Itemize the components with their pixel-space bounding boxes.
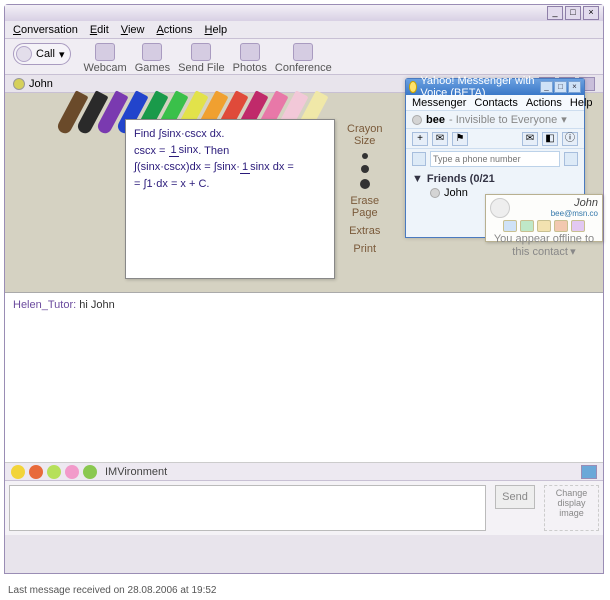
chat-message: Helen_Tutor: hi John [13,299,595,311]
menu-bar: Conversation Edit View Actions Help [5,21,603,39]
popup-im-icon[interactable] [503,220,517,232]
photos-icon [240,43,260,61]
imvironment-button[interactable]: IMVironment [105,466,167,478]
font-icon[interactable] [83,465,97,479]
emoticon-bar: IMVironment [5,463,603,481]
titlebar: _ □ × [5,5,603,21]
crayon-row [65,91,335,115]
extras-tool[interactable]: Extras [349,225,380,237]
sms-button[interactable]: ✉ [432,132,448,146]
ym-minimize[interactable]: _ [540,81,553,93]
avatar [490,198,510,218]
ym-title: Yahoo! Messenger with Voice (BETA) [420,75,537,99]
change-display-image[interactable]: Change display image [544,485,599,531]
print-tool[interactable]: Print [353,243,376,255]
ym-status-row[interactable]: bee- Invisible to Everyone▾ [406,111,584,129]
popup-mail-icon[interactable] [554,220,568,232]
status-bar: Last message received on 28.08.2006 at 1… [4,584,604,600]
smiley-icon[interactable] [11,465,25,479]
contact-status-icon [430,188,440,198]
popup-sms-icon[interactable] [537,220,551,232]
ym-menu-actions[interactable]: Actions [526,97,562,109]
presence-icon [412,115,422,125]
ym-menu-messenger[interactable]: Messenger [412,97,466,109]
menu-conversation[interactable]: Conversation [13,24,78,36]
status-icon [13,78,25,90]
games-icon [142,43,162,61]
info-button[interactable]: ⓘ [562,132,578,146]
call-button[interactable]: Call▾ [13,43,71,65]
maximize-button[interactable]: □ [565,6,581,20]
size-large[interactable] [360,179,370,189]
input-row: Send Change display image [5,481,603,535]
size-med[interactable] [361,165,369,173]
send-button[interactable]: Send [495,485,535,509]
close-button[interactable]: × [583,6,599,20]
ym-action-row: + ✉ ⚑ ✉ ◧ ⓘ [406,129,584,149]
menu-help[interactable]: Help [205,24,228,36]
wink-icon[interactable] [29,465,43,479]
menu-edit[interactable]: Edit [90,24,109,36]
games-button[interactable]: Games [135,43,170,74]
crayon-tool[interactable]: CrayonSize [347,123,382,147]
popup-footer[interactable]: You appear offline to this contact ▾ [490,233,598,258]
webcam-button[interactable]: Webcam [83,43,126,74]
dial-icon[interactable] [412,152,426,166]
whiteboard-canvas[interactable]: Find ∫sinx·cscx dx. cscx = 1sinx. Then ∫… [125,119,335,279]
popup-call-icon[interactable] [520,220,534,232]
webcam-icon [95,43,115,61]
whiteboard-tools: CrayonSize ErasePage Extras Print [347,123,382,286]
phone-icon [16,46,32,62]
menu-actions[interactable]: Actions [156,24,192,36]
ym-menu-contacts[interactable]: Contacts [474,97,517,109]
ym-maximize[interactable]: □ [554,81,567,93]
conference-icon [293,43,313,61]
audibles-icon[interactable] [65,465,79,479]
mail-button[interactable]: ✉ [522,132,538,146]
file-icon [191,43,211,61]
ym-close[interactable]: × [568,81,581,93]
size-small[interactable] [362,153,368,159]
sendfile-button[interactable]: Send File [178,43,224,74]
menu-view[interactable]: View [121,24,145,36]
addcontact-icon[interactable] [581,465,597,479]
chat-log: Helen_Tutor: hi John [5,293,603,463]
contact-popup: John bee@msn.co You appear offline to th… [485,194,603,242]
ym-menubar: Messenger Contacts Actions Help [406,95,584,111]
yahoo-icon [409,81,417,93]
minimize-button[interactable]: _ [547,6,563,20]
alert-button[interactable]: ⚑ [452,132,468,146]
message-input[interactable] [9,485,486,531]
friends-group[interactable]: ▼Friends (0/21 [412,173,578,185]
recipient-name: John [29,78,53,90]
toolbar: Call▾ Webcam Games Send File Photos Conf… [5,39,603,75]
buzz-icon[interactable] [47,465,61,479]
ym-menu-help[interactable]: Help [570,97,593,109]
call-phone-icon[interactable] [564,152,578,166]
phone-input[interactable] [430,151,560,167]
photos-button[interactable]: Photos [233,43,267,74]
conference-button[interactable]: Conference [275,43,332,74]
popup-more-icon[interactable] [571,220,585,232]
erase-tool[interactable]: ErasePage [350,195,379,219]
ym-titlebar: Yahoo! Messenger with Voice (BETA) _ □ × [406,79,584,95]
calendar-button[interactable]: ◧ [542,132,558,146]
add-contact-button[interactable]: + [412,132,428,146]
phone-row [406,149,584,169]
